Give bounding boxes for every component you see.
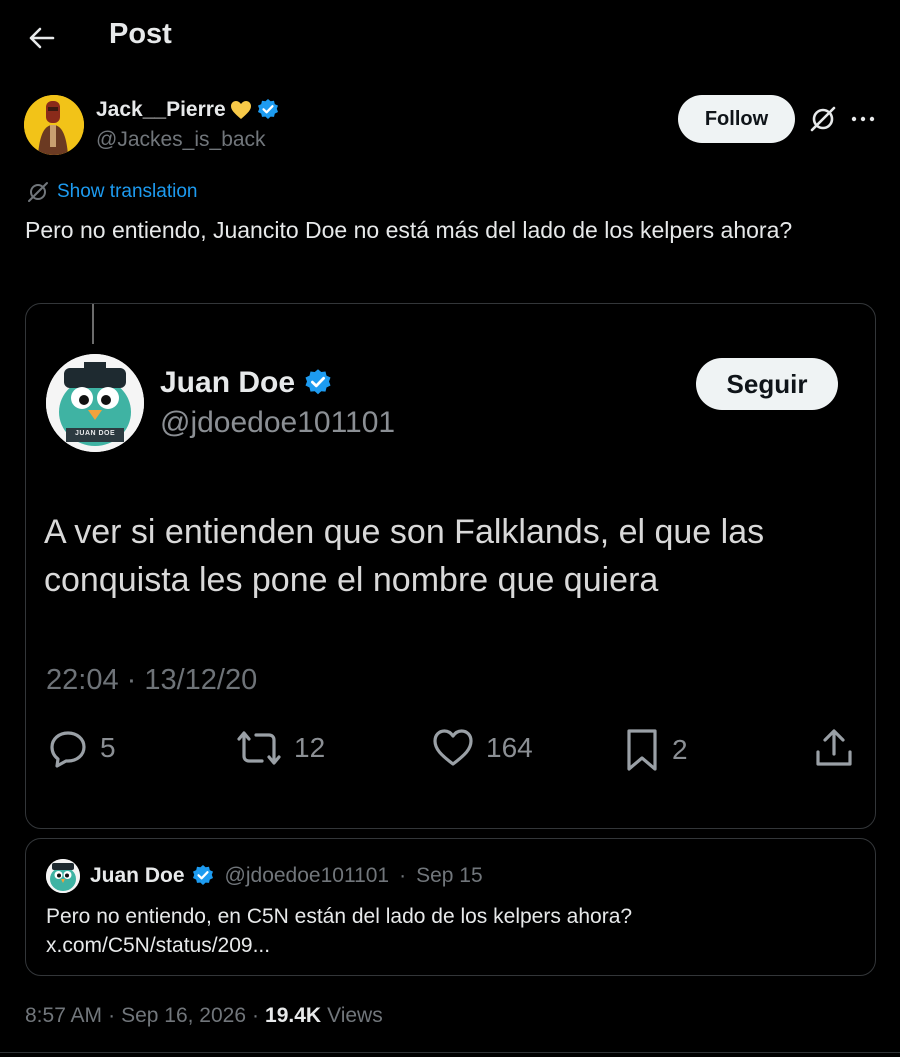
share-icon [816,729,852,766]
verified-badge-icon [305,369,331,395]
screenshot-author-name: Juan Doe [160,366,296,399]
back-arrow-icon [29,27,55,49]
screenshot-tweet-text: A ver si entienden que son Falklands, el… [44,513,765,599]
quoted-post-text: Pero no entiendo, en C5N están del lado … [46,902,856,960]
screenshot-share [814,728,854,768]
author-handle[interactable]: @Jackes_is_back [96,128,266,152]
views-label: Views [327,1004,383,1027]
screenshot-repost-count: 12 [294,732,326,763]
quoted-avatar [46,859,80,893]
screenshot-author-handle: @jdoedoe101101 [160,406,396,439]
reply-icon [50,731,86,768]
quoted-link[interactable]: x.com/C5N/status/209... [46,931,856,960]
repost-icon [237,731,281,765]
divider [0,1052,900,1053]
screenshot-bookmark-count: 2 [672,734,688,765]
screenshot-timestamp: 22:04 · 13/12/20 [46,664,258,696]
views-count: 19.4K [265,1004,322,1027]
screenshot-reply-count: 5 [100,732,116,763]
quoted-post[interactable]: Juan Doe @jdoedoe101101 · Sep 15 Pero no… [25,838,876,976]
quoted-author-name: Juan Doe [90,864,185,887]
screenshot-name-row: Juan Doe [160,366,333,400]
screenshot-action-bar: 5 12 164 2 [26,728,875,778]
show-translation-link[interactable]: Show translation [27,181,197,203]
meta-separator: · [108,1004,116,1027]
post-time[interactable]: 8:57 AM [25,1004,102,1028]
screenshot-repost: 12 [236,728,325,768]
screenshot-like-count: 164 [486,732,533,763]
author-name[interactable]: Jack__Pierre [96,98,226,122]
post-date[interactable]: Sep 16, 2026 [121,1004,246,1028]
screenshot-reply: 5 [48,728,116,768]
like-icon [433,729,473,766]
image-artifact-line [92,304,94,344]
follow-button[interactable]: Follow [678,95,795,143]
verified-badge-icon [257,99,278,119]
avatar[interactable] [24,95,84,155]
top-bar: Post [0,0,900,76]
quoted-post-header: Juan Doe @jdoedoe101101 · Sep 15 [46,859,483,893]
quoted-date: Sep 15 [416,864,483,887]
yellow-heart-icon [230,101,251,119]
meta-separator: · [252,1004,260,1027]
author-name-row: Jack__Pierre [96,98,280,122]
screenshot-like: 164 [432,728,533,768]
quoted-text-line: Pero no entiendo, en C5N están del lado … [46,905,633,928]
show-translation-label: Show translation [57,181,198,202]
post-media-image[interactable]: JUAN DOE Juan Doe @jdoedoe101101 Seguir … [25,303,876,829]
screenshot-avatar-caption: JUAN DOE [75,430,116,437]
grok-icon[interactable] [808,104,838,134]
page-title: Post [109,18,172,50]
quoted-separator: · [399,864,407,887]
quoted-author-handle: @jdoedoe101101 [224,864,390,887]
screenshot-avatar: JUAN DOE [46,354,144,452]
translate-icon [28,182,48,202]
more-icon[interactable] [848,104,878,134]
back-button[interactable] [22,20,62,56]
bookmark-icon [627,729,657,771]
screenshot-bookmark: 2 [624,728,688,772]
post-text: Pero no entiendo, Juancito Doe no está m… [25,217,793,243]
screenshot-follow-button: Seguir [696,358,838,410]
avatar-image [24,95,84,155]
post-author: Jack__Pierre @Jackes_is_back Follow [24,94,876,156]
post-metadata: 8:57 AM · Sep 16, 2026 · 19.4K Views [25,1004,383,1028]
verified-badge-icon [192,865,213,885]
